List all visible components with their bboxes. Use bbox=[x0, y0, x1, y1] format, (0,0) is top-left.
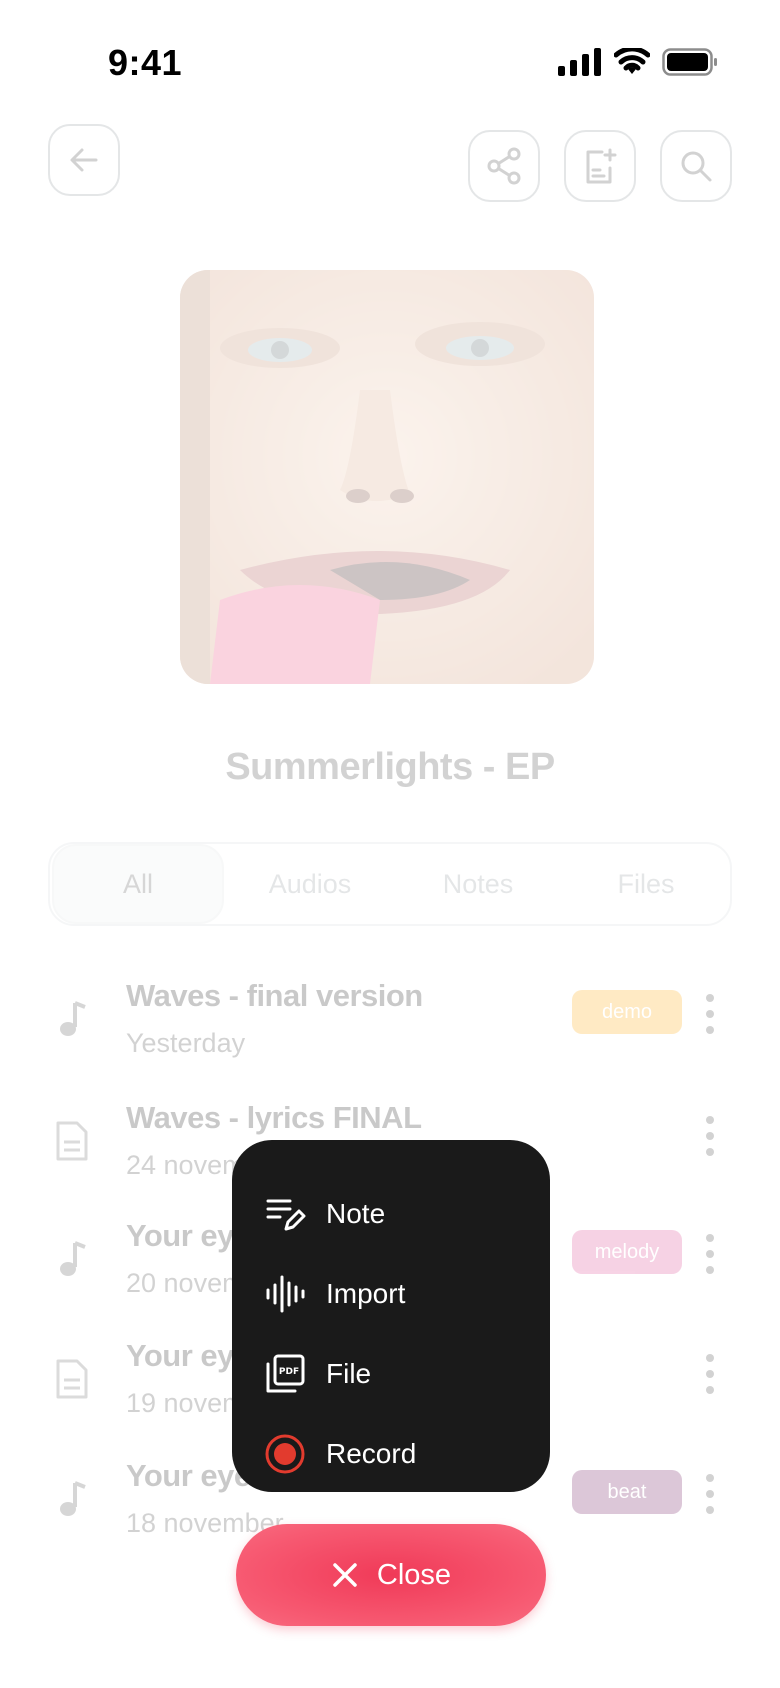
music-note-icon bbox=[52, 994, 92, 1044]
face-portrait-image bbox=[180, 270, 594, 684]
more-options-button[interactable] bbox=[700, 1230, 720, 1278]
menu-item-file[interactable]: PDF File bbox=[232, 1334, 550, 1414]
tab-audios[interactable]: Audios bbox=[226, 844, 394, 924]
share-icon bbox=[487, 147, 521, 185]
close-button[interactable]: Close bbox=[236, 1524, 546, 1626]
tag-badge: demo bbox=[572, 990, 682, 1034]
album-cover-image bbox=[180, 270, 594, 684]
close-icon bbox=[333, 1563, 357, 1587]
tag-badge: melody bbox=[572, 1230, 682, 1274]
more-options-button[interactable] bbox=[700, 1470, 720, 1518]
filter-tabs: All Audios Notes Files bbox=[48, 842, 732, 926]
item-date: 19 novem bbox=[126, 1388, 245, 1418]
document-add-icon bbox=[586, 148, 617, 184]
music-note-icon bbox=[52, 1234, 92, 1284]
search-icon bbox=[681, 151, 712, 182]
menu-item-label: File bbox=[326, 1358, 372, 1389]
more-options-button[interactable] bbox=[700, 990, 720, 1038]
document-icon bbox=[52, 1354, 92, 1404]
list-item[interactable]: Waves - final version Yesterday demo bbox=[0, 970, 780, 1080]
add-document-button[interactable] bbox=[564, 130, 636, 202]
music-note-icon bbox=[52, 1474, 92, 1524]
tab-all[interactable]: All bbox=[52, 844, 224, 924]
menu-item-label: Record bbox=[326, 1438, 417, 1469]
item-date: Yesterday bbox=[126, 1028, 246, 1058]
search-button[interactable] bbox=[660, 130, 732, 202]
item-title: Waves - lyrics FINAL bbox=[126, 1100, 422, 1135]
record-icon bbox=[264, 1433, 306, 1475]
menu-item-import[interactable]: Import bbox=[232, 1254, 550, 1334]
menu-item-label: Note bbox=[326, 1198, 386, 1229]
tab-files[interactable]: Files bbox=[562, 844, 730, 924]
more-options-button[interactable] bbox=[700, 1112, 720, 1160]
document-icon bbox=[52, 1116, 92, 1166]
arrow-left-icon bbox=[70, 148, 98, 172]
close-button-label: Close bbox=[376, 1558, 452, 1591]
menu-item-note[interactable]: Note bbox=[232, 1174, 550, 1254]
tag-badge: beat bbox=[572, 1470, 682, 1514]
note-edit-icon bbox=[264, 1193, 306, 1235]
back-button[interactable] bbox=[48, 124, 120, 196]
audio-waveform-icon bbox=[264, 1273, 306, 1315]
create-menu-popup: Note Import PDF File Record bbox=[232, 1140, 550, 1492]
item-date: 20 novem bbox=[126, 1268, 245, 1298]
menu-item-label: Import bbox=[326, 1278, 406, 1309]
menu-item-record[interactable]: Record bbox=[232, 1414, 550, 1494]
pdf-file-icon: PDF bbox=[264, 1353, 306, 1395]
svg-text:PDF: PDF bbox=[279, 1367, 299, 1377]
tab-notes[interactable]: Notes bbox=[394, 844, 562, 924]
album-title: Summerlights - EP bbox=[225, 746, 555, 788]
more-options-button[interactable] bbox=[700, 1350, 720, 1398]
item-title: Waves - final version bbox=[126, 978, 423, 1013]
share-button[interactable] bbox=[468, 130, 540, 202]
